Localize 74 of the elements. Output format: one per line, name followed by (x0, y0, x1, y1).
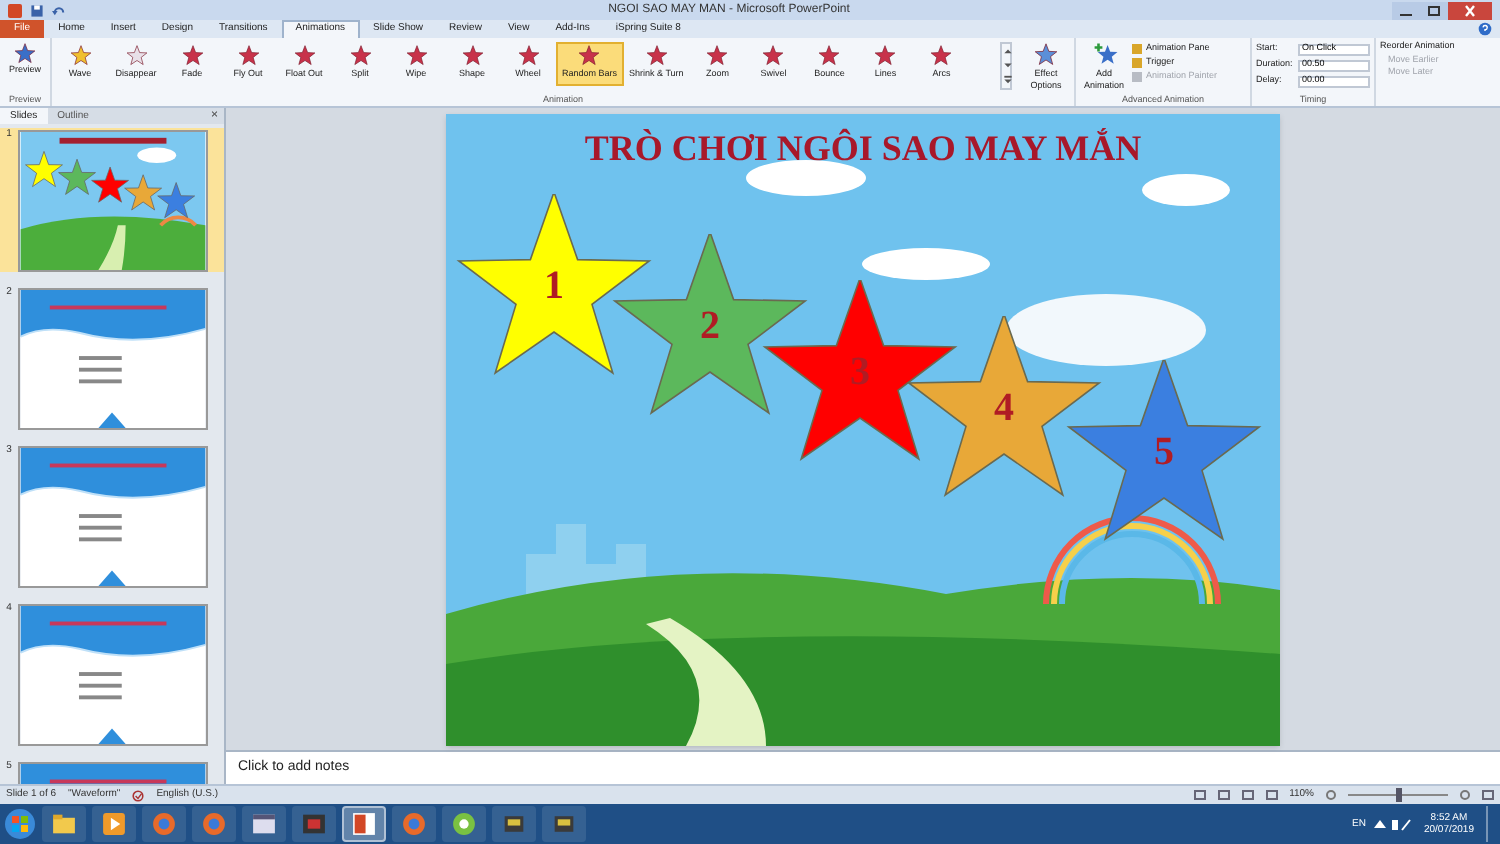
cloud-drawing (746, 159, 866, 195)
taskbar-button[interactable] (342, 806, 386, 842)
star-number: 3 (850, 349, 870, 393)
more-icon[interactable] (1002, 73, 1014, 88)
star-icon (645, 44, 668, 66)
star-icon (237, 44, 259, 66)
zoom-out-icon[interactable] (1326, 790, 1336, 800)
folder-icon (50, 810, 78, 838)
star-icon (293, 44, 315, 66)
star-icon (125, 44, 147, 66)
star-icon (14, 42, 36, 64)
taskbar-button[interactable] (442, 806, 486, 842)
cloud-drawing (862, 247, 990, 279)
star-icon (874, 44, 897, 66)
star-icon (517, 44, 539, 66)
scroll-up-icon[interactable] (1002, 44, 1014, 59)
minimize-button[interactable] (1392, 1, 1420, 19)
star-icon (349, 44, 371, 66)
taskbar-button[interactable] (42, 806, 86, 842)
taskbar-button[interactable] (92, 806, 136, 842)
star-number: 2 (700, 303, 720, 347)
box-icon (550, 810, 578, 838)
taskbar-button[interactable] (492, 806, 536, 842)
undo-icon[interactable] (52, 3, 66, 17)
globe-icon (400, 810, 428, 838)
star-shape[interactable] (762, 279, 958, 460)
star-icon (461, 44, 483, 66)
disc-icon (450, 810, 478, 838)
star-shape[interactable] (456, 193, 652, 374)
star-number: 5 (1154, 429, 1174, 473)
star-shape[interactable] (1066, 359, 1262, 540)
box-icon (500, 810, 528, 838)
slide-thumbnail[interactable] (18, 288, 208, 430)
globe-icon (150, 810, 178, 838)
star-icon (706, 44, 729, 66)
star-icon (69, 44, 91, 66)
app-icon (8, 3, 22, 17)
taskbar-button[interactable] (542, 806, 586, 842)
normal-view-icon[interactable] (1193, 790, 1206, 800)
cloud-drawing (1142, 173, 1230, 205)
slide-show-icon[interactable] (1265, 790, 1278, 800)
star-icon (1034, 42, 1058, 66)
zoom-in-icon[interactable] (1460, 790, 1470, 800)
star-icon (578, 44, 601, 66)
slide-thumbnail[interactable] (18, 130, 208, 272)
globe-icon (200, 810, 228, 838)
star-icon (405, 44, 427, 66)
play-icon (100, 810, 128, 838)
star-shape[interactable] (612, 233, 808, 414)
star-icon (818, 44, 841, 66)
slider-thumb[interactable] (1395, 788, 1401, 802)
slide-thumbnail[interactable] (18, 446, 208, 588)
add-star-icon (1091, 42, 1117, 66)
slide-title: TRÒ CHƠI NGÔI SAO MAY MẮN (584, 127, 1142, 167)
star-number: 1 (544, 263, 564, 307)
star-icon (762, 44, 785, 66)
star-icon (181, 44, 203, 66)
taskbar-button[interactable] (242, 806, 286, 842)
save-icon[interactable] (30, 3, 44, 17)
maximize-button[interactable] (1420, 1, 1448, 19)
spelling-icon[interactable] (132, 789, 145, 801)
fit-slide-icon[interactable] (1482, 790, 1494, 800)
help-icon[interactable] (1478, 22, 1492, 36)
window-icon (250, 810, 278, 838)
star-shape[interactable] (906, 315, 1102, 496)
star-number: 4 (994, 385, 1014, 429)
close-button[interactable] (1448, 1, 1492, 19)
film-icon (300, 810, 328, 838)
reading-view-icon[interactable] (1241, 790, 1254, 800)
slide-sorter-icon[interactable] (1217, 790, 1230, 800)
star-icon (930, 44, 953, 66)
slide-thumbnail[interactable] (18, 604, 208, 746)
start-button[interactable] (4, 808, 36, 840)
presentation-icon (350, 810, 378, 838)
